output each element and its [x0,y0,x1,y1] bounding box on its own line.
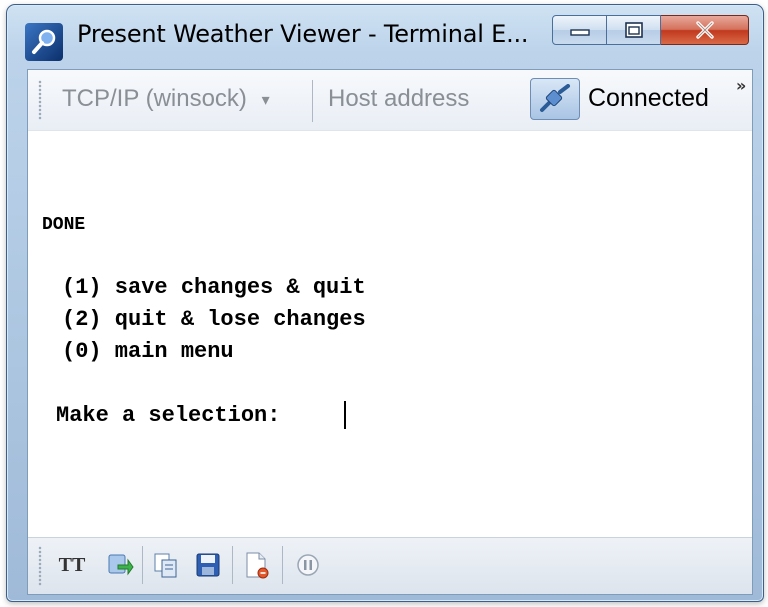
toolbar-grip[interactable] [38,80,42,120]
dropdown-arrow-icon: ▾ [261,91,270,109]
selection-prompt: Make a selection: [56,403,281,428]
menu-option-0: (0) main menu [62,339,234,364]
toolbar-overflow-icon[interactable]: » [736,76,746,95]
title-bar[interactable]: Present Weather Viewer - Terminal E... [7,5,763,67]
maximize-icon [624,22,643,38]
toolbar-separator [312,80,313,122]
minimize-button[interactable] [552,15,607,45]
close-button[interactable] [661,15,749,45]
protocol-dropdown[interactable]: TCP/IP (winsock) ▾ [62,85,270,113]
save-icon[interactable] [194,551,222,579]
copy-icon[interactable] [152,551,180,579]
text-cursor [344,401,346,429]
toolbar-separator [282,546,283,584]
magnifier-app-icon [25,23,63,61]
plug-icon [540,84,570,112]
toolbar-separator [232,546,233,584]
connect-toggle-button[interactable] [530,78,580,120]
toolbar-grip[interactable] [38,546,42,586]
minimize-icon [569,29,590,36]
menu-option-2: (2) quit & lose changes [62,307,366,332]
new-document-icon[interactable] [242,551,270,579]
terminal-screen[interactable]: DONE (1) save changes & quit (2) quit & … [28,131,752,539]
window-title: Present Weather Viewer - Terminal E... [77,20,529,48]
protocol-label: TCP/IP (winsock) [62,85,247,112]
caption-buttons [552,15,749,45]
host-address-field[interactable]: Host address [328,85,469,113]
transfer-icon[interactable] [106,551,134,579]
app-window: Present Weather Viewer - Terminal E... T… [6,4,764,602]
font-size-icon[interactable]: TT [58,551,86,579]
action-toolbar: TT [28,537,752,594]
pause-icon[interactable] [294,551,322,579]
close-icon [695,21,714,39]
connection-status: Connected [588,84,709,112]
maximize-button[interactable] [607,15,661,45]
client-area: TCP/IP (winsock) ▾ Host address Connecte… [27,69,753,595]
status-heading: DONE [42,215,86,235]
menu-option-1: (1) save changes & quit [62,275,366,300]
connection-toolbar: TCP/IP (winsock) ▾ Host address Connecte… [28,70,752,131]
toolbar-separator [142,546,143,584]
